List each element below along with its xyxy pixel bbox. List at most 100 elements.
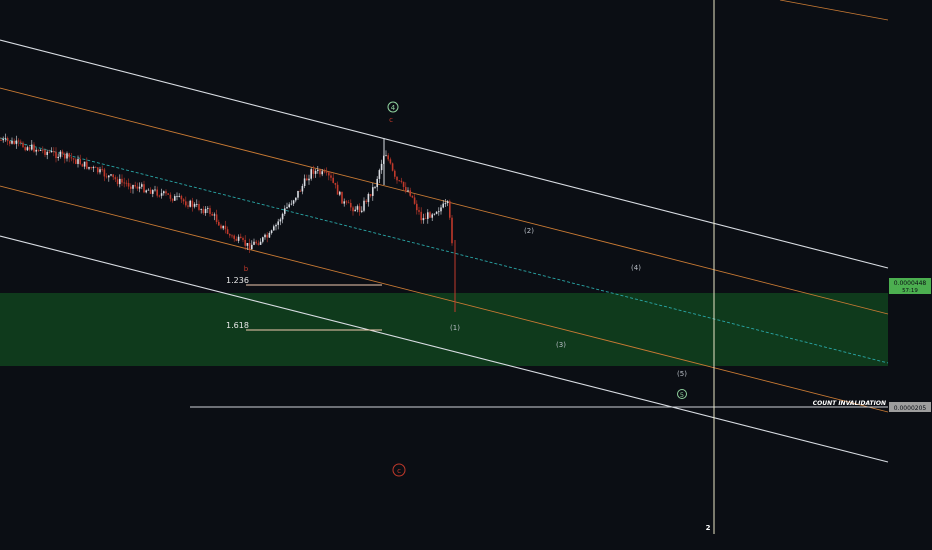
candle-body	[270, 230, 273, 233]
candle-body	[72, 158, 75, 160]
candle-body	[242, 238, 244, 240]
candle-body	[229, 234, 231, 236]
candle-body	[237, 236, 240, 241]
wave-4-circled-label: 4	[391, 104, 396, 112]
candles-group	[0, 133, 456, 312]
candle-body	[431, 214, 433, 218]
candle-body	[312, 169, 315, 174]
candle-body	[297, 190, 299, 198]
candle-body	[429, 212, 431, 218]
candle-body	[132, 184, 134, 189]
candle-body	[358, 206, 361, 212]
candle-body	[59, 151, 62, 157]
candle-body	[9, 141, 11, 144]
candle-body	[68, 153, 70, 158]
price-chart[interactable]: 1.236 1.618 4 c b (1) (2) (3) (4) (5) 5 …	[0, 0, 932, 550]
candle-body	[442, 203, 444, 208]
candle-body	[211, 213, 213, 216]
fib-1236-label: 1.236	[226, 276, 249, 285]
candle-body	[330, 175, 332, 178]
candle-body	[391, 163, 394, 171]
candle-body	[345, 201, 348, 203]
candle-body	[105, 176, 108, 178]
candle-body	[385, 155, 387, 157]
candle-body	[61, 151, 64, 154]
candle-body	[363, 200, 365, 211]
candle-body	[127, 183, 130, 187]
candle-body	[26, 147, 29, 151]
wave-b-label: b	[244, 265, 249, 273]
candle-body	[143, 184, 145, 193]
candle-body	[284, 208, 286, 214]
candle-body	[321, 171, 323, 175]
candle-body	[200, 209, 202, 210]
candle-body	[369, 193, 372, 196]
candle-body	[79, 159, 81, 165]
candle-body	[328, 172, 330, 176]
candle-body	[279, 219, 282, 222]
candle-body	[244, 239, 246, 246]
candle-body	[376, 178, 378, 188]
candle-body	[281, 213, 284, 220]
candle-body	[112, 174, 114, 178]
candle-body	[123, 182, 125, 184]
candle-body	[449, 201, 451, 218]
candle-body	[189, 200, 191, 207]
candle-body	[226, 229, 229, 235]
candle-body	[0, 140, 2, 141]
candle-body	[332, 177, 334, 183]
candle-body	[207, 208, 209, 209]
candle-body	[253, 241, 255, 245]
candle-body	[50, 150, 53, 153]
candle-body	[396, 176, 398, 181]
candle-body	[31, 144, 33, 150]
candle-body	[233, 235, 235, 239]
candle-body	[20, 141, 22, 143]
candle-body	[110, 174, 112, 176]
candle-body	[264, 234, 266, 238]
candle-body	[130, 186, 132, 189]
candle-body	[411, 195, 414, 198]
candle-body	[196, 203, 198, 205]
candle-body	[409, 190, 411, 196]
candle-body	[310, 169, 312, 179]
candle-body	[319, 169, 321, 175]
candle-body	[275, 224, 277, 227]
candle-body	[347, 202, 350, 204]
candle-body	[378, 170, 381, 179]
candle-body	[288, 204, 290, 208]
candle-body	[202, 209, 205, 214]
candle-body	[174, 196, 176, 201]
candle-body	[121, 178, 123, 183]
candle-body	[108, 175, 110, 178]
candle-body	[136, 186, 139, 189]
candle-body	[86, 161, 88, 169]
candle-body	[405, 186, 407, 192]
candle-body	[204, 208, 207, 214]
candle-body	[407, 190, 409, 192]
candle-body	[176, 196, 178, 197]
candle-body	[413, 197, 416, 204]
candle-body	[400, 180, 403, 182]
candle-body	[94, 167, 97, 168]
candle-body	[325, 172, 328, 174]
candle-body	[145, 190, 147, 193]
candle-body	[101, 169, 103, 171]
candle-body	[259, 241, 262, 245]
candle-body	[169, 194, 172, 199]
candle-body	[103, 169, 106, 177]
candle-body	[255, 241, 257, 244]
candle-body	[46, 151, 48, 155]
candle-body	[380, 163, 383, 171]
candle-body	[42, 149, 44, 151]
candle-body	[303, 178, 306, 186]
candle-body	[53, 150, 55, 152]
candle-body	[15, 140, 18, 145]
candle-body	[334, 182, 337, 185]
candle-body	[154, 189, 156, 191]
candle-body	[83, 161, 86, 167]
candle-body	[13, 140, 15, 145]
candle-body	[308, 178, 310, 181]
candle-body	[352, 207, 354, 212]
current-price-text: 0.0000448	[894, 280, 927, 287]
